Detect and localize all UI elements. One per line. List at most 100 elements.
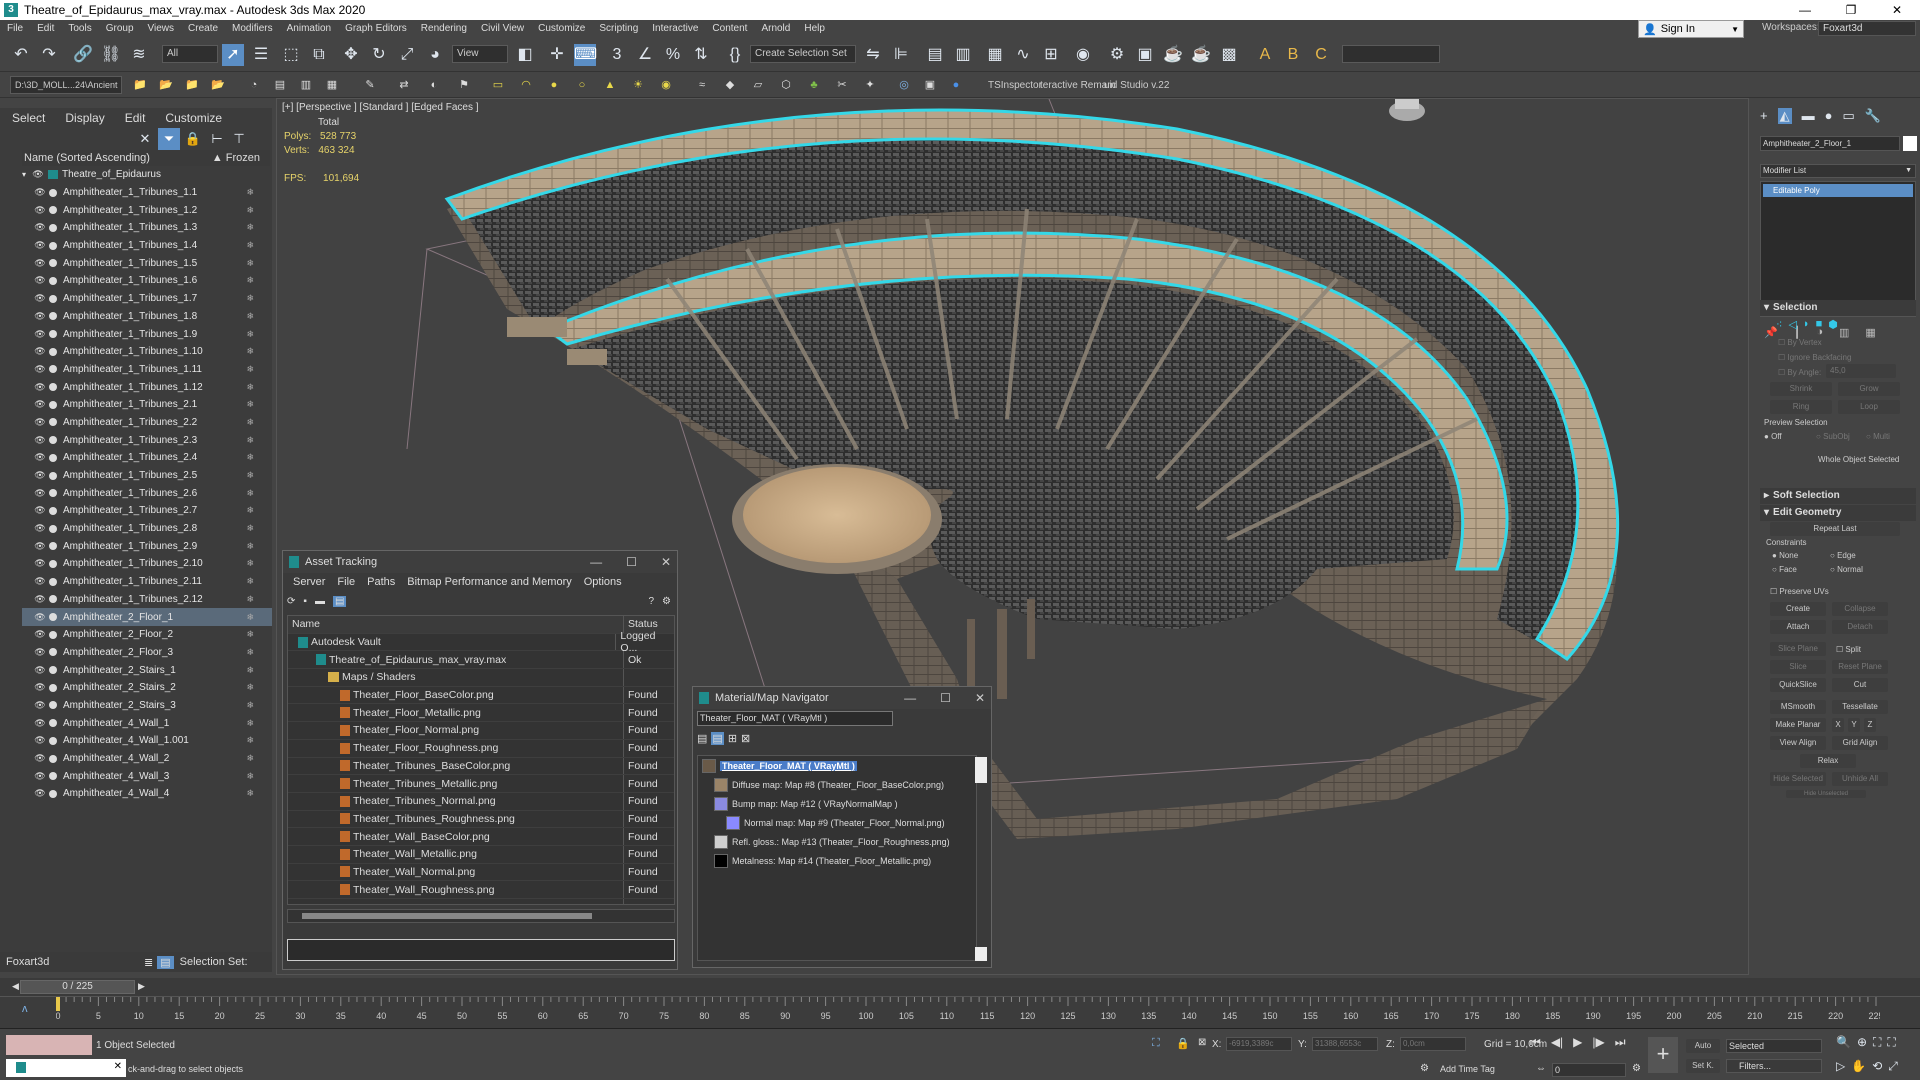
render-dot-icon[interactable]	[49, 719, 57, 728]
selection-lock-icon[interactable]: 🔒	[1176, 1037, 1190, 1050]
tessellate-button[interactable]: Tessellate	[1832, 700, 1888, 714]
go-to-start-icon[interactable]: ⏮	[1530, 1035, 1541, 1050]
reference-coord-dropdown[interactable]: View	[452, 45, 508, 63]
asset-row[interactable]: Maps / Shaders	[288, 669, 674, 687]
key-filter-dropdown[interactable]: Selected	[1726, 1039, 1822, 1053]
render-dot-icon[interactable]	[49, 259, 57, 268]
vray-vfb-icon[interactable]: ◎	[896, 77, 912, 93]
render-dot-icon[interactable]	[49, 577, 57, 586]
edge-icon[interactable]: ◁	[1788, 318, 1796, 331]
scene-item-row[interactable]: 👁 Amphitheater_1_Tribunes_2.8 ❄	[22, 520, 272, 538]
asset-menu-paths[interactable]: Paths	[361, 576, 401, 588]
scene-item-row[interactable]: 👁 Amphitheater_1_Tribunes_2.3 ❄	[22, 431, 272, 449]
scene-item-row[interactable]: 👁 Amphitheater_1_Tribunes_1.2 ❄	[22, 201, 272, 219]
constraint-edge-radio[interactable]: ○ Edge	[1830, 551, 1856, 560]
freeze-icon[interactable]: ❄	[246, 665, 254, 676]
auto-key-button[interactable]: Auto	[1686, 1039, 1720, 1053]
render-dot-icon[interactable]	[49, 241, 57, 250]
curve-editor-icon[interactable]: ∿	[1012, 44, 1034, 66]
slice-plane-button[interactable]: Slice Plane	[1770, 642, 1826, 656]
close-script-icon[interactable]: ✕	[114, 1061, 122, 1072]
vertex-icon[interactable]: ⁖	[1776, 318, 1782, 331]
list-view-icon[interactable]: ▤	[697, 732, 707, 745]
asset-row[interactable]: Theater_Wall_BaseColor.png Found	[288, 828, 674, 846]
render-dot-icon[interactable]	[49, 347, 57, 356]
eye-icon[interactable]: 👁	[34, 488, 46, 499]
vray-mesh-icon[interactable]: ⬡	[778, 77, 794, 93]
render-dot-icon[interactable]	[49, 736, 57, 745]
zoom-icon[interactable]: 🔍	[1836, 1035, 1851, 1050]
fluid-studio-label[interactable]: uid Studio v.22	[1104, 80, 1169, 91]
material-tree-row[interactable]: Refl. gloss.: Map #13 (Theater_Floor_Rou…	[698, 832, 976, 851]
time-slider-knob[interactable]: 0 / 225	[20, 980, 135, 994]
freeze-icon[interactable]: ❄	[246, 594, 254, 605]
render-dot-icon[interactable]	[49, 453, 57, 462]
scene-menu-edit[interactable]: Edit	[113, 111, 154, 125]
scene-item-row[interactable]: 👁 Amphitheater_4_Wall_1 ❄	[22, 714, 272, 732]
render-dot-icon[interactable]	[49, 400, 57, 409]
angle-field[interactable]: 45,0	[1826, 364, 1896, 378]
vray-ambient-icon[interactable]: ◉	[658, 77, 674, 93]
name-column-header[interactable]: Name	[288, 616, 624, 633]
menu-interactive[interactable]: Interactive	[645, 23, 705, 34]
eye-icon[interactable]: 👁	[34, 665, 46, 676]
rect-selection-icon[interactable]: ⬚	[280, 44, 302, 66]
eye-icon[interactable]: 👁	[34, 541, 46, 552]
render-dot-icon[interactable]	[49, 524, 57, 533]
render-dot-icon[interactable]	[49, 772, 57, 781]
select-manipulate-icon[interactable]: ✛	[546, 44, 568, 66]
material-tree-scrollbar[interactable]	[975, 757, 987, 783]
eye-icon[interactable]: 👁	[34, 771, 46, 782]
menu-tools[interactable]: Tools	[61, 23, 98, 34]
arnold-c-icon[interactable]: C	[1310, 44, 1332, 66]
scene-item-row[interactable]: 👁 Amphitheater_1_Tribunes_2.10 ❄	[22, 555, 272, 573]
asset-row[interactable]: Theatre_of_Epidaurus_max_vray.max Ok	[288, 651, 674, 670]
freeze-icon[interactable]: ❄	[246, 771, 254, 782]
asset-row[interactable]: Theater_Wall_Roughness.png Found	[288, 881, 674, 899]
freeze-icon[interactable]: ❄	[246, 205, 254, 216]
render-dot-icon[interactable]	[49, 206, 57, 215]
scene-item-row[interactable]: 👁 Amphitheater_1_Tribunes_1.12 ❄	[22, 378, 272, 396]
layer-explorer-icon[interactable]: ▥	[952, 44, 974, 66]
freeze-icon[interactable]: ❄	[246, 417, 254, 428]
set-key-big-button[interactable]: +	[1648, 1037, 1678, 1073]
material-editor-icon[interactable]: ◉	[1072, 44, 1094, 66]
eye-icon[interactable]: 👁	[34, 735, 46, 746]
tool-d-icon[interactable]: ▦	[324, 77, 340, 93]
menu-create[interactable]: Create	[181, 23, 225, 34]
render-dot-icon[interactable]	[49, 383, 57, 392]
freeze-icon[interactable]: ❄	[246, 435, 254, 446]
unhide-all-button[interactable]: Unhide All	[1832, 772, 1888, 786]
freeze-icon[interactable]: ❄	[246, 647, 254, 658]
render-dot-icon[interactable]	[49, 418, 57, 427]
hide-unselected-button[interactable]: Hide Unselected	[1786, 790, 1866, 798]
name-column-header[interactable]: Name (Sorted Ascending)	[24, 152, 150, 164]
asset-row[interactable]: Theater_Tribunes_BaseColor.png Found	[288, 757, 674, 776]
eye-icon[interactable]: 👁	[34, 505, 46, 516]
play-icon[interactable]: ▶	[1573, 1035, 1582, 1050]
freeze-icon[interactable]: ❄	[246, 346, 254, 357]
zoom-extents-all-icon[interactable]: ⛶	[1887, 1035, 1895, 1050]
scene-item-row[interactable]: 👁 Amphitheater_1_Tribunes_1.1 ❄	[22, 184, 272, 202]
view-align-button[interactable]: View Align	[1770, 736, 1826, 750]
scene-root-row[interactable]: ▾ 👁 Theatre_of_Epidaurus	[22, 166, 272, 184]
scene-item-row[interactable]: 👁 Amphitheater_1_Tribunes_2.12 ❄	[22, 591, 272, 609]
render-dot-icon[interactable]	[49, 188, 57, 197]
scroll-thumb[interactable]	[302, 913, 592, 919]
scene-item-row[interactable]: 👁 Amphitheater_2_Stairs_1 ❄	[22, 661, 272, 679]
scale-icon[interactable]: ⤢	[396, 44, 418, 66]
planar-y-button[interactable]: Y	[1848, 718, 1860, 732]
menu-group[interactable]: Group	[99, 23, 141, 34]
keyboard-shortcut-override-icon[interactable]: ⌨	[574, 44, 597, 66]
eye-icon[interactable]: 👁	[34, 452, 46, 463]
scene-menu-display[interactable]: Display	[53, 111, 112, 125]
scene-item-row[interactable]: 👁 Amphitheater_2_Floor_2 ❄	[22, 626, 272, 644]
bind-space-warp-icon[interactable]: ≋	[128, 44, 150, 66]
planar-z-button[interactable]: Z	[1864, 718, 1876, 732]
render-dot-icon[interactable]	[49, 666, 57, 675]
eye-icon[interactable]: 👁	[34, 612, 46, 623]
render-dot-icon[interactable]	[49, 223, 57, 232]
scene-item-row[interactable]: 👁 Amphitheater_1_Tribunes_1.6 ❄	[22, 272, 272, 290]
orbit-icon[interactable]: ⟲	[1872, 1059, 1882, 1074]
quickslice-button[interactable]: QuickSlice	[1770, 678, 1826, 692]
